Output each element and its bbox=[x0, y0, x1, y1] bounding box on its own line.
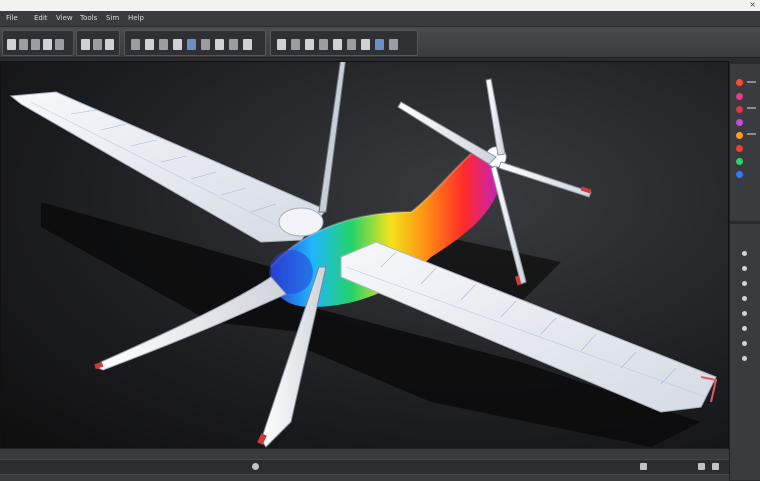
settings-icon[interactable] bbox=[698, 463, 705, 470]
probe-icon[interactable] bbox=[201, 39, 210, 50]
menu-sim[interactable]: Sim bbox=[106, 14, 119, 22]
color-swatch-8[interactable] bbox=[736, 171, 743, 178]
menu-view[interactable]: View bbox=[56, 14, 73, 22]
grid-icon[interactable] bbox=[712, 463, 719, 470]
new-icon[interactable] bbox=[7, 39, 16, 50]
select-icon[interactable] bbox=[81, 39, 90, 50]
status-strip bbox=[0, 459, 729, 475]
save-icon[interactable] bbox=[31, 39, 40, 50]
front-view-icon[interactable] bbox=[333, 39, 342, 50]
redo-icon[interactable] bbox=[55, 39, 64, 50]
shade-icon[interactable] bbox=[159, 39, 168, 50]
menu-tools[interactable]: Tools bbox=[80, 14, 97, 22]
color-swatch-1[interactable] bbox=[736, 79, 743, 86]
stress-icon[interactable] bbox=[187, 39, 196, 50]
toolbar bbox=[0, 27, 760, 58]
menu-bar: File Edit View Tools Sim Help bbox=[0, 11, 760, 27]
color-swatch-6[interactable] bbox=[736, 145, 743, 152]
panel-option-2[interactable] bbox=[742, 266, 747, 271]
top-view-icon[interactable] bbox=[347, 39, 356, 50]
color-swatch-4[interactable] bbox=[736, 119, 743, 126]
fit-icon[interactable] bbox=[319, 39, 328, 50]
panel-option-1[interactable] bbox=[742, 251, 747, 256]
panel-option-8[interactable] bbox=[742, 356, 747, 361]
panel-divider bbox=[730, 61, 760, 64]
play-icon[interactable] bbox=[252, 463, 259, 470]
camera-icon[interactable] bbox=[277, 39, 286, 50]
status-bar: ​ bbox=[0, 448, 729, 481]
mesh-icon[interactable] bbox=[131, 39, 140, 50]
layer-line bbox=[747, 81, 756, 83]
color-swatch-3[interactable] bbox=[736, 106, 743, 113]
lighting-icon[interactable] bbox=[173, 39, 182, 50]
rotate-icon[interactable] bbox=[105, 39, 114, 50]
iso-view-icon[interactable] bbox=[375, 39, 384, 50]
section-icon[interactable] bbox=[229, 39, 238, 50]
side-view-icon[interactable] bbox=[361, 39, 370, 50]
panel-option-6[interactable] bbox=[742, 326, 747, 331]
close-icon[interactable]: × bbox=[749, 0, 756, 9]
render-icon[interactable] bbox=[389, 39, 398, 50]
pan-icon[interactable] bbox=[305, 39, 314, 50]
open-icon[interactable] bbox=[19, 39, 28, 50]
properties-panel bbox=[729, 61, 760, 480]
move-icon[interactable] bbox=[93, 39, 102, 50]
undo-icon[interactable] bbox=[43, 39, 52, 50]
wire-icon[interactable] bbox=[145, 39, 154, 50]
toolbar-group-2 bbox=[76, 30, 120, 56]
menu-help[interactable]: Help bbox=[128, 14, 144, 22]
panel-divider bbox=[730, 221, 760, 224]
toolbar-group-3 bbox=[124, 30, 266, 56]
menu-file[interactable]: File bbox=[6, 14, 18, 22]
3d-viewport[interactable] bbox=[0, 61, 729, 449]
color-swatch-5[interactable] bbox=[736, 132, 743, 139]
color-swatch-2[interactable] bbox=[736, 93, 743, 100]
folder-icon[interactable] bbox=[640, 463, 647, 470]
layer-line bbox=[747, 107, 756, 109]
toolbar-group-4 bbox=[270, 30, 418, 56]
color-swatch-7[interactable] bbox=[736, 158, 743, 165]
panel-option-3[interactable] bbox=[742, 281, 747, 286]
clip-icon[interactable] bbox=[243, 39, 252, 50]
aircraft-render bbox=[9, 62, 718, 448]
menu-edit[interactable]: Edit bbox=[34, 14, 48, 22]
panel-option-4[interactable] bbox=[742, 296, 747, 301]
layer-line bbox=[747, 133, 756, 135]
toolbar-group-1 bbox=[2, 30, 74, 56]
panel-option-5[interactable] bbox=[742, 311, 747, 316]
measure-icon[interactable] bbox=[215, 39, 224, 50]
panel-option-7[interactable] bbox=[742, 341, 747, 346]
zoom-icon[interactable] bbox=[291, 39, 300, 50]
